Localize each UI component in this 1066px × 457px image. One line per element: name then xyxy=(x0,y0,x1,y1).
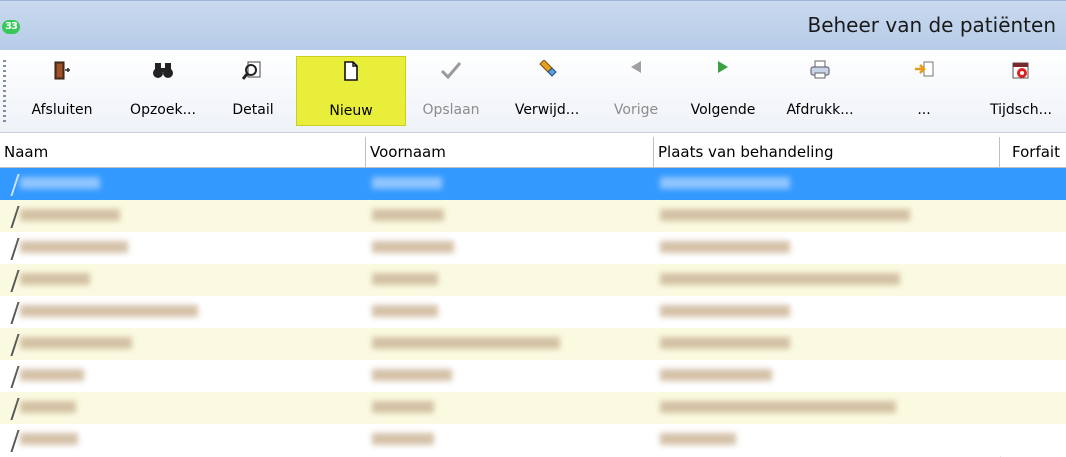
table-row[interactable] xyxy=(0,424,1066,456)
afdrukken-button[interactable]: Afdrukk... xyxy=(772,56,868,126)
nieuw-label: Nieuw xyxy=(329,103,373,119)
redacted-cell xyxy=(20,401,76,413)
redacted-cell xyxy=(660,209,910,221)
magnify-document-icon xyxy=(210,60,296,84)
opzoeken-button[interactable]: Opzoek... xyxy=(116,56,210,126)
redacted-cell xyxy=(660,401,896,413)
column-header-naam[interactable]: Naam xyxy=(0,137,366,167)
nieuw-button[interactable]: Nieuw xyxy=(296,56,406,126)
arrow-left-icon xyxy=(598,60,674,84)
table-row[interactable] xyxy=(0,168,1066,200)
row-marker xyxy=(10,302,20,324)
printer-icon xyxy=(772,60,868,84)
redacted-cell xyxy=(20,433,78,445)
grid-header: Naam Voornaam Plaats van behandeling For… xyxy=(0,137,1066,168)
redacted-cell xyxy=(20,273,90,285)
verwijderen-label: Verwijd... xyxy=(514,102,580,118)
redacted-cell xyxy=(20,369,84,381)
row-marker xyxy=(10,174,20,196)
table-row[interactable] xyxy=(0,360,1066,392)
toolbar: Afsluiten Opzoek... Detail Nieuw Opslaan… xyxy=(0,50,1066,133)
export-icon xyxy=(878,60,970,84)
detail-label: Detail xyxy=(232,102,274,118)
column-header-plaats[interactable]: Plaats van behandeling xyxy=(654,137,1000,167)
row-marker xyxy=(10,206,20,228)
table-row[interactable] xyxy=(0,264,1066,296)
binoculars-icon xyxy=(116,60,210,84)
checkmark-icon xyxy=(406,60,496,84)
redacted-cell xyxy=(372,273,438,285)
row-marker xyxy=(10,398,20,420)
afsluiten-label: Afsluiten xyxy=(31,102,93,118)
row-marker xyxy=(10,270,20,292)
more-button[interactable]: ... xyxy=(878,56,970,126)
redacted-cell xyxy=(20,241,128,253)
more-label: ... xyxy=(917,102,931,118)
exit-door-icon xyxy=(8,60,116,84)
table-row[interactable] xyxy=(0,328,1066,360)
redacted-cell xyxy=(372,401,434,413)
patient-grid[interactable] xyxy=(0,168,1066,456)
redacted-cell xyxy=(372,209,444,221)
redacted-cell xyxy=(372,241,454,253)
redacted-cell xyxy=(372,337,560,349)
vorige-button[interactable]: Vorige xyxy=(598,56,674,126)
column-header-forfait[interactable]: Forfait xyxy=(1000,137,1066,167)
redacted-cell xyxy=(660,305,790,317)
table-row[interactable] xyxy=(0,392,1066,424)
table-row[interactable] xyxy=(0,232,1066,264)
redacted-cell xyxy=(372,177,442,189)
toolbar-grip[interactable] xyxy=(3,60,6,124)
redacted-cell xyxy=(372,433,434,445)
vorige-label: Vorige xyxy=(613,102,659,118)
redacted-cell xyxy=(20,305,198,317)
new-document-icon xyxy=(297,61,405,85)
afsluiten-button[interactable]: Afsluiten xyxy=(8,56,116,126)
column-header-voornaam[interactable]: Voornaam xyxy=(366,137,654,167)
redacted-cell xyxy=(660,241,790,253)
row-marker xyxy=(10,334,20,356)
table-row[interactable] xyxy=(0,200,1066,232)
redacted-cell xyxy=(660,177,790,189)
redacted-cell xyxy=(20,209,120,221)
opslaan-label: Opslaan xyxy=(422,102,480,118)
volgende-label: Volgende xyxy=(690,102,756,118)
redacted-cell xyxy=(372,369,452,381)
redacted-cell xyxy=(372,305,438,317)
redacted-cell xyxy=(660,369,772,381)
row-marker xyxy=(10,238,20,260)
table-row[interactable] xyxy=(0,296,1066,328)
eraser-icon xyxy=(496,60,598,84)
redacted-cell xyxy=(20,337,132,349)
redacted-cell xyxy=(20,177,100,189)
redacted-cell xyxy=(660,273,900,285)
afdrukken-label: Afdrukk... xyxy=(786,102,854,118)
tijdschema-button[interactable]: Tijdsch... xyxy=(976,56,1066,126)
row-marker xyxy=(10,366,20,388)
window-title: Beheer van de patiënten xyxy=(807,13,1056,37)
volgende-button[interactable]: Volgende xyxy=(674,56,772,126)
row-marker xyxy=(10,430,20,452)
arrow-right-icon xyxy=(674,60,772,84)
tijdschema-label: Tijdsch... xyxy=(989,102,1052,118)
redacted-cell xyxy=(660,433,736,445)
opzoeken-label: Opzoek... xyxy=(130,102,196,118)
opslaan-button[interactable]: Opslaan xyxy=(406,56,496,126)
title-bar: 33 Beheer van de patiënten xyxy=(0,0,1066,50)
calendar-icon xyxy=(976,60,1066,84)
app-icon[interactable]: 33 xyxy=(2,20,20,34)
detail-button[interactable]: Detail xyxy=(210,56,296,126)
redacted-cell xyxy=(660,337,790,349)
verwijderen-button[interactable]: Verwijd... xyxy=(496,56,598,126)
